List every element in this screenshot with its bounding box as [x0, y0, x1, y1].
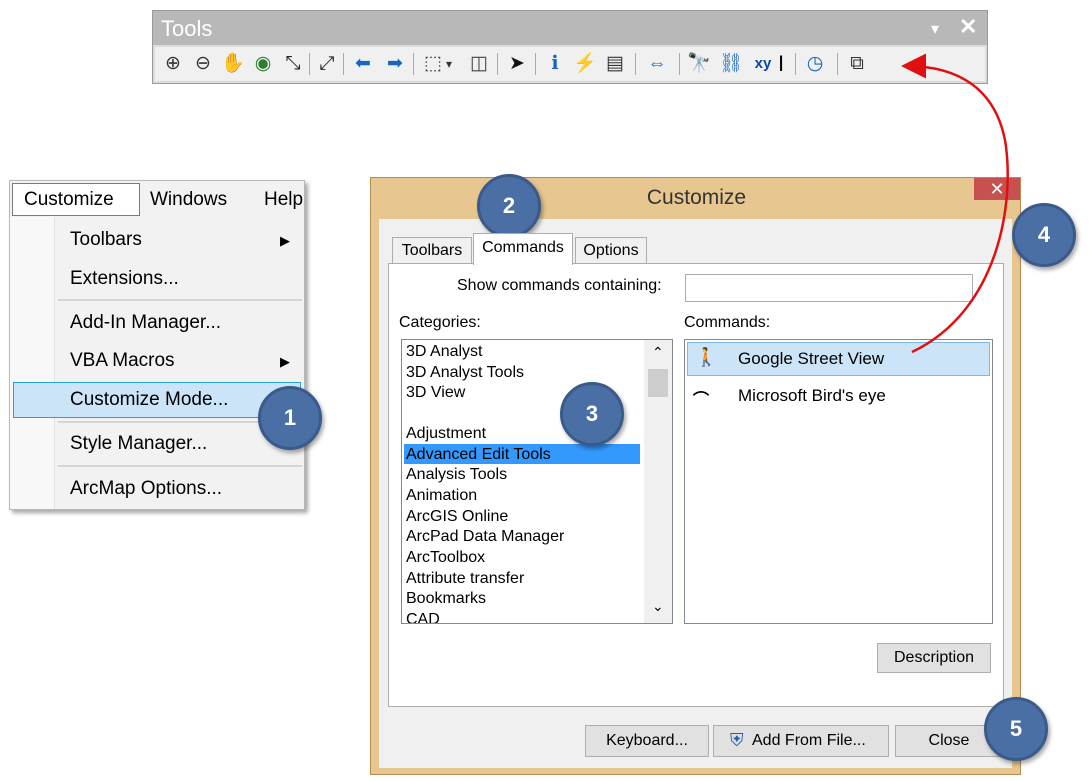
callout-4: 4: [1012, 203, 1076, 267]
callout-3: 3: [560, 382, 624, 446]
tab-commands[interactable]: Commands: [473, 233, 573, 265]
callout-1: 1: [258, 386, 322, 450]
callout-5: 5: [984, 697, 1048, 761]
callout-2: 2: [477, 174, 541, 238]
red-arrow-path: [901, 53, 1009, 354]
category-item-selected[interactable]: Add-In Controls: [406, 405, 517, 423]
drag-arrow-annotation: [901, 53, 1009, 354]
